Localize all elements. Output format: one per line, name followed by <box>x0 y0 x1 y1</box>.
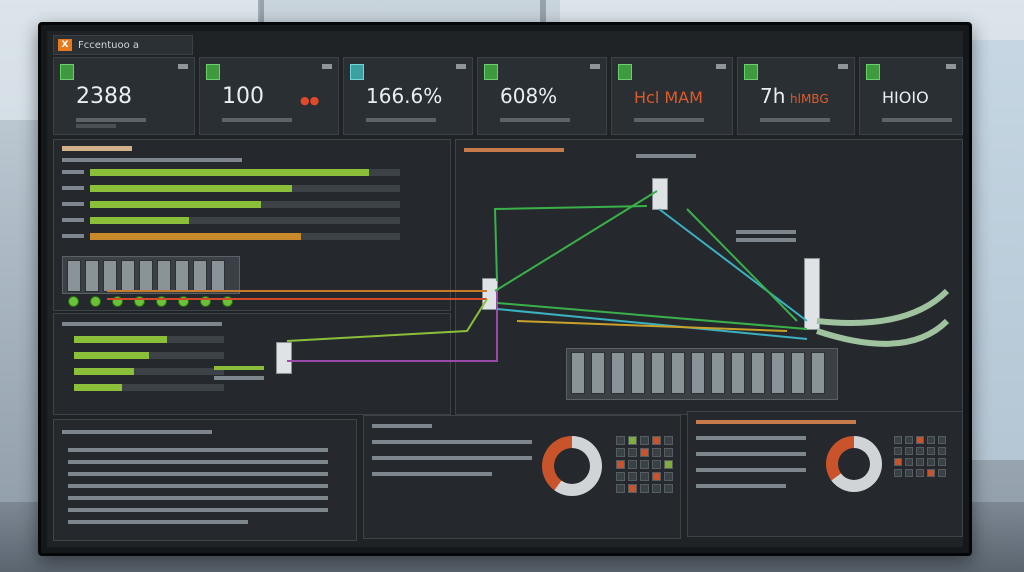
log-row[interactable] <box>68 508 328 512</box>
calendar-cell <box>938 469 946 477</box>
network-link <box>287 291 498 362</box>
calendar-cell <box>927 436 935 444</box>
calendar-cell <box>664 436 673 445</box>
network-link <box>516 320 788 332</box>
calendar-cell <box>640 484 649 493</box>
calendar-cell <box>664 472 673 481</box>
metric-row <box>696 452 806 456</box>
calendar-cell <box>616 448 625 457</box>
alerts-panel <box>687 411 963 537</box>
calendar-cell <box>927 447 935 455</box>
calendar-cell <box>938 458 946 466</box>
calendar-cell <box>628 460 637 469</box>
log-row[interactable] <box>68 484 328 488</box>
donut-hole <box>554 448 590 484</box>
calendar-cell <box>916 447 924 455</box>
calendar-cell <box>927 458 935 466</box>
calendar-cell <box>616 472 625 481</box>
calendar-cell <box>652 460 661 469</box>
dashboard-monitor: X Fccentuoo a 2388 100 ●● 166.6% 608% Hc… <box>38 22 972 556</box>
utilization-panel <box>363 415 681 539</box>
calendar-cell <box>628 484 637 493</box>
calendar-cell <box>640 448 649 457</box>
log-row[interactable] <box>68 472 328 476</box>
calendar-cell <box>916 436 924 444</box>
calendar-cell <box>664 460 673 469</box>
calendar-cell <box>894 447 902 455</box>
calendar-cell <box>938 436 946 444</box>
calendar-cell <box>628 472 637 481</box>
log-row[interactable] <box>68 460 328 464</box>
calendar-cell <box>905 458 913 466</box>
log-row[interactable] <box>68 496 328 500</box>
calendar-cell <box>640 472 649 481</box>
network-link <box>496 308 808 340</box>
calendar-cell <box>894 436 902 444</box>
network-link <box>686 208 798 322</box>
calendar-cell <box>616 484 625 493</box>
log-row[interactable] <box>68 520 248 524</box>
dashboard-screen: X Fccentuoo a 2388 100 ●● 166.6% 608% Hc… <box>47 31 963 547</box>
metric-row <box>696 484 786 488</box>
calendar-cell <box>616 436 625 445</box>
calendar-cell <box>652 472 661 481</box>
log-row[interactable] <box>68 448 328 452</box>
event-log-panel <box>53 419 357 541</box>
calendar-cell <box>652 436 661 445</box>
calendar-cell <box>628 436 637 445</box>
calendar-cell <box>664 448 673 457</box>
metric-row <box>696 468 806 472</box>
calendar-cell <box>664 484 673 493</box>
network-link <box>658 208 808 322</box>
calendar-cell <box>652 448 661 457</box>
calendar-cell <box>894 469 902 477</box>
panel-title <box>62 430 212 434</box>
metric-row <box>372 472 492 476</box>
metric-row <box>372 440 532 444</box>
metric-row <box>696 436 806 440</box>
calendar-cell <box>640 436 649 445</box>
calendar-cell <box>916 458 924 466</box>
calendar-cell <box>938 447 946 455</box>
heatmap-calendar[interactable] <box>894 436 946 477</box>
calendar-cell <box>905 469 913 477</box>
panel-title <box>696 420 856 424</box>
network-link <box>816 288 950 326</box>
calendar-cell <box>916 469 924 477</box>
heatmap-calendar[interactable] <box>616 436 673 493</box>
calendar-cell <box>905 447 913 455</box>
calendar-cell <box>905 436 913 444</box>
donut-hole <box>838 448 870 480</box>
calendar-cell <box>640 460 649 469</box>
panel-title <box>372 424 432 428</box>
calendar-cell <box>628 448 637 457</box>
network-link <box>286 298 488 342</box>
metric-row <box>372 456 532 460</box>
calendar-cell <box>894 458 902 466</box>
calendar-cell <box>652 484 661 493</box>
calendar-cell <box>616 460 625 469</box>
calendar-cell <box>927 469 935 477</box>
